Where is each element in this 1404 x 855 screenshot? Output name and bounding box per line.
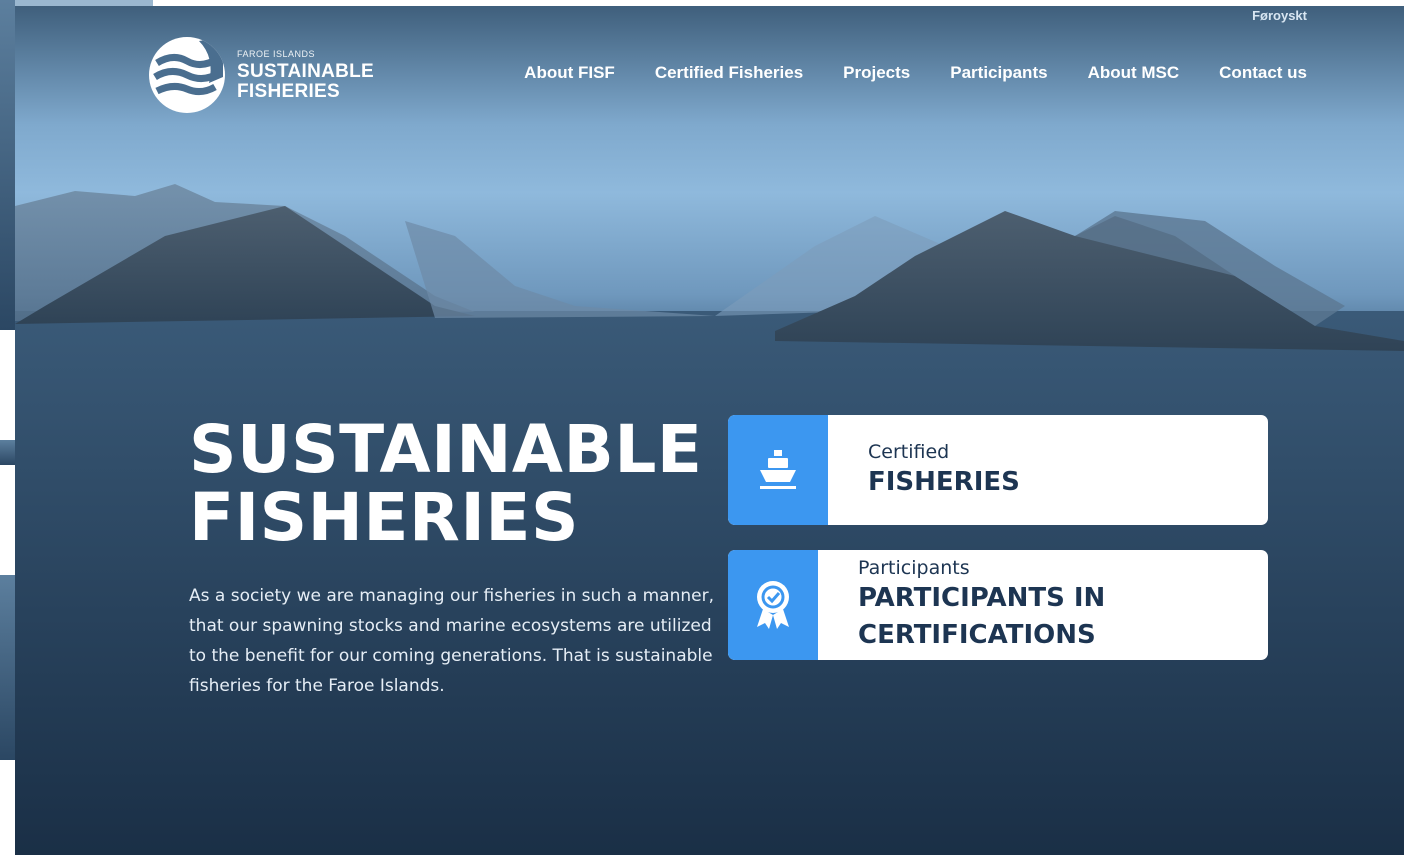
nav-contact-us[interactable]: Contact us [1219, 63, 1307, 83]
card-title: FISHERIES [868, 466, 1020, 497]
left-edge-strip [0, 0, 15, 855]
card-subtitle: Certified [868, 440, 950, 463]
logo-wave-icon [149, 37, 225, 113]
ship-icon [728, 415, 828, 525]
logo-title-line2: FISHERIES [237, 80, 340, 102]
nav-about-msc[interactable]: About MSC [1088, 63, 1180, 83]
hero-description: As a society we are managing our fisheri… [189, 586, 714, 696]
nav-certified-fisheries[interactable]: Certified Fisheries [655, 63, 803, 83]
main-nav: About FISF Certified Fisheries Projects … [524, 63, 1307, 83]
card-subtitle: Participants [858, 557, 970, 579]
hero-title-line1: SUSTAINABLE [189, 411, 703, 488]
language-switch[interactable]: Føroyskt [1252, 8, 1307, 23]
hero-section: FAROE ISLANDS SUSTAINABLE FISHERIES Føro… [15, 6, 1404, 855]
nav-participants[interactable]: Participants [950, 63, 1047, 83]
logo-small-text: FAROE ISLANDS [237, 48, 316, 59]
nav-about-fisf[interactable]: About FISF [524, 63, 615, 83]
hero-title-line2: FISHERIES [189, 479, 579, 556]
nav-projects[interactable]: Projects [843, 63, 910, 83]
award-ribbon-icon [728, 550, 818, 660]
site-logo[interactable]: FAROE ISLANDS SUSTAINABLE FISHERIES [149, 37, 374, 113]
participants-card[interactable]: Participants PARTICIPANTS IN CERTIFICATI… [728, 550, 1268, 660]
hero-title: SUSTAINABLE FISHERIES [189, 416, 702, 552]
logo-title-line1: SUSTAINABLE [237, 60, 375, 82]
card-title: PARTICIPANTS IN CERTIFICATIONS [858, 583, 1106, 650]
site-header: FAROE ISLANDS SUSTAINABLE FISHERIES Føro… [15, 6, 1404, 126]
certified-fisheries-card[interactable]: Certified FISHERIES [728, 415, 1268, 525]
